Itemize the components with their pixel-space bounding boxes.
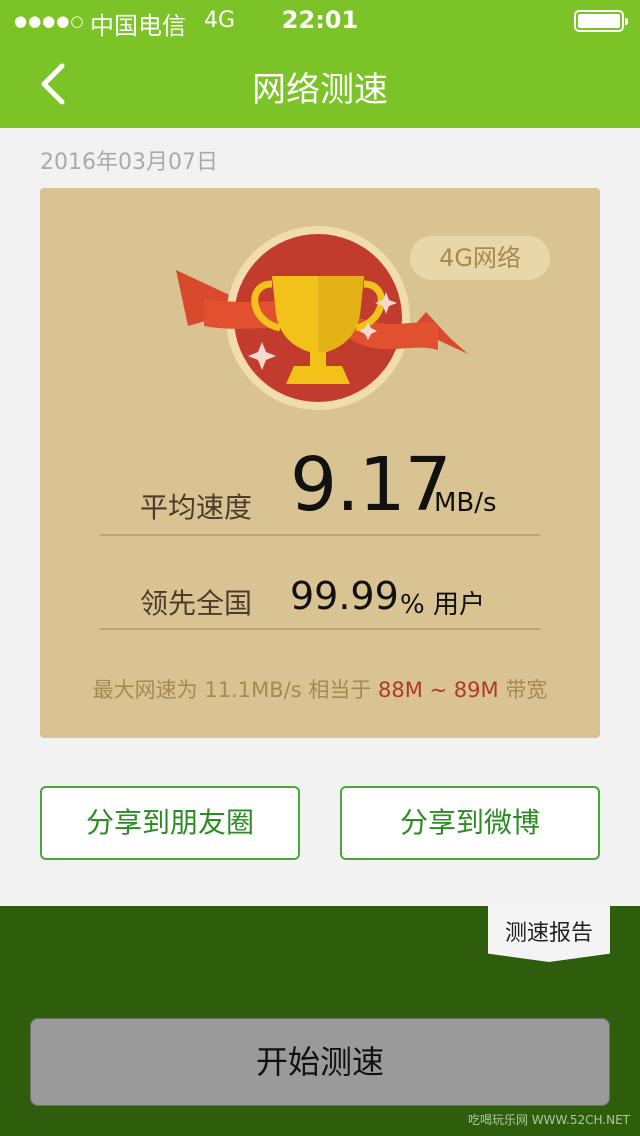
average-speed-value: 9.17 (290, 442, 452, 528)
share-moments-button[interactable]: 分享到朋友圈 (40, 786, 300, 860)
status-bar: ●●●●○ 中国电信 4G 22:01 (0, 0, 640, 40)
divider (100, 628, 540, 630)
rank-label: 领先全国 (140, 587, 253, 620)
rank-percent-value: 99.99 (290, 574, 399, 618)
max-speed-text: 最大网速为 11.1MB/s 相当于 (92, 678, 378, 702)
bandwidth-suffix: 带宽 (498, 678, 548, 702)
speed-report-tab[interactable]: 测速报告 (488, 906, 610, 962)
average-speed-label: 平均速度 (140, 491, 253, 524)
page-title: 网络测速 (252, 70, 388, 110)
nav-bar: 网络测速 (0, 40, 640, 128)
clock: 22:01 (281, 6, 359, 34)
watermark: 吃喝玩乐网 WWW.52CH.NET (467, 1113, 630, 1127)
max-speed-summary: 最大网速为 11.1MB/s 相当于 88M ~ 89M 带宽 (40, 674, 600, 704)
test-date: 2016年03月07日 (40, 150, 218, 175)
bottom-panel: 测速报告 开始测速 吃喝玩乐网 WWW.52CH.NET (0, 906, 640, 1136)
battery-icon (574, 10, 628, 32)
share-weibo-button[interactable]: 分享到微博 (340, 786, 600, 860)
bandwidth-range: 88M ~ 89M (378, 678, 499, 702)
network-type-badge: 4G网络 (410, 236, 550, 280)
result-card: 4G网络 平均速度 9.17 MB/s 领先全国 99.99 % 用户 最大网速… (40, 188, 600, 738)
divider (100, 534, 540, 536)
start-test-button[interactable]: 开始测速 (30, 1018, 610, 1106)
rank-unit: % 用户 (400, 590, 485, 620)
average-speed-unit: MB/s (434, 488, 497, 518)
